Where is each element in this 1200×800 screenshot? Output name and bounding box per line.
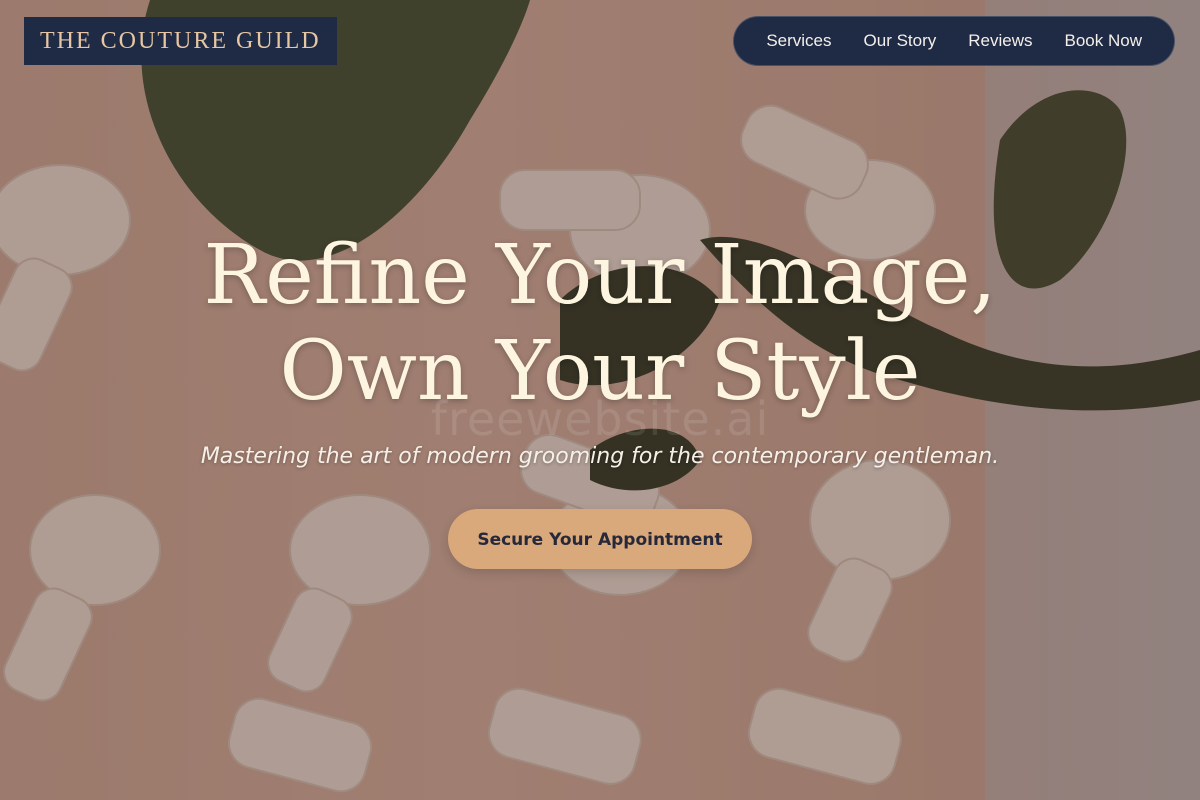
brand-name: THE COUTURE GUILD [40,27,321,54]
hero-title: Refine Your Image, Own Your Style [0,228,1200,420]
hero-subtitle: Mastering the art of modern grooming for… [200,444,1000,469]
nav-link-services[interactable]: Services [766,31,831,51]
nav-link-reviews[interactable]: Reviews [968,31,1032,51]
secure-appointment-button[interactable]: Secure Your Appointment [448,509,752,569]
brand-logo[interactable]: THE COUTURE GUILD [24,17,337,65]
hero-title-line-2: Own Your Style [279,324,921,419]
hero-section: Refine Your Image, Own Your Style Master… [0,228,1200,569]
nav-link-our-story[interactable]: Our Story [864,31,937,51]
nav-link-book-now[interactable]: Book Now [1065,31,1142,51]
main-nav: Services Our Story Reviews Book Now [733,16,1175,66]
hero-title-line-1: Refine Your Image, [203,228,997,323]
